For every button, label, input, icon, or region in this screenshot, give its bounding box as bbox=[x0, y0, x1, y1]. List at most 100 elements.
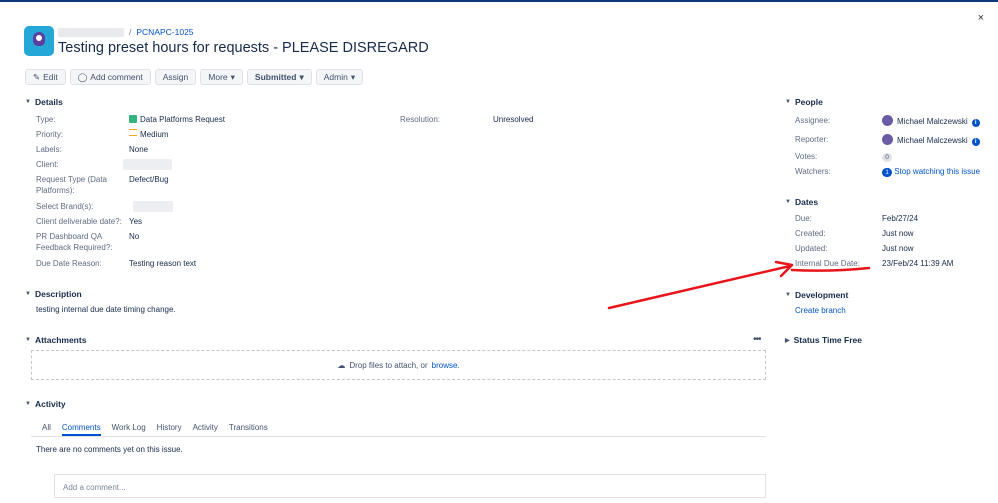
project-name-redacted[interactable] bbox=[58, 27, 124, 37]
tab-divider bbox=[31, 436, 766, 437]
watchers-value: 1 Stop watching this issue bbox=[882, 166, 980, 177]
tab-work-log[interactable]: Work Log bbox=[112, 423, 146, 436]
internal-due-date-label: Internal Due Date: bbox=[795, 259, 860, 268]
watchers-badge[interactable]: 1 bbox=[882, 168, 892, 177]
issue-title[interactable]: Testing preset hours for requests - PLEA… bbox=[58, 40, 429, 56]
development-toggle[interactable]: ▼ Development bbox=[785, 290, 848, 300]
resolution-value: Unresolved bbox=[493, 115, 534, 124]
people-heading: People bbox=[794, 97, 823, 107]
more-label: More bbox=[208, 72, 228, 82]
issue-key-link[interactable]: PCNAPC-1025 bbox=[136, 27, 193, 37]
tab-all[interactable]: All bbox=[42, 423, 51, 436]
description-text[interactable]: testing internal due date timing change. bbox=[36, 304, 176, 315]
updated-value: Just now bbox=[882, 244, 914, 253]
issue-type-icon bbox=[129, 115, 137, 123]
chevron-down-icon: ▾ bbox=[230, 71, 235, 82]
brand-label: Select Brand(s): bbox=[36, 202, 94, 211]
updated-label: Updated: bbox=[795, 244, 828, 253]
reporter-value[interactable]: Michael Malczewski i bbox=[882, 134, 980, 146]
description-toggle[interactable]: ▼ Description bbox=[25, 289, 82, 299]
edit-button[interactable]: ✎ Edit bbox=[25, 69, 66, 85]
top-border bbox=[0, 0, 998, 2]
chevron-down-icon: ▾ bbox=[299, 71, 304, 82]
internal-due-date-value: 23/Feb/24 11:39 AM bbox=[882, 259, 954, 268]
tab-history[interactable]: History bbox=[157, 423, 182, 436]
more-options-icon[interactable]: ••• bbox=[753, 334, 761, 345]
type-text: Data Platforms Request bbox=[140, 115, 225, 124]
type-label: Type: bbox=[36, 115, 56, 124]
browse-link[interactable]: browse. bbox=[432, 361, 460, 370]
pencil-icon: ✎ bbox=[33, 71, 41, 82]
edit-label: Edit bbox=[43, 72, 58, 82]
chevron-down-icon: ▼ bbox=[25, 401, 31, 407]
chevron-down-icon: ▾ bbox=[350, 71, 356, 82]
add-comment-input[interactable]: Add a comment... bbox=[54, 474, 766, 498]
votes-value[interactable]: 0 bbox=[882, 151, 892, 162]
assignee-label: Assignee: bbox=[795, 116, 831, 125]
dates-toggle[interactable]: ▼ Dates bbox=[785, 197, 818, 207]
created-value: Just now bbox=[882, 229, 914, 238]
admin-label: Admin bbox=[323, 72, 348, 82]
more-button[interactable]: More ▾ bbox=[200, 69, 243, 85]
add-comment-button[interactable]: ◯ Add comment bbox=[69, 69, 151, 85]
no-comments-text: There are no comments yet on this issue. bbox=[36, 445, 183, 454]
activity-heading: Activity bbox=[34, 399, 66, 409]
people-toggle[interactable]: ▼ People bbox=[785, 97, 823, 107]
development-heading: Development bbox=[794, 290, 849, 300]
comment-icon: ◯ bbox=[77, 71, 88, 82]
chevron-down-icon: ▼ bbox=[785, 199, 791, 205]
assignee-value[interactable]: Michael Malczewski i bbox=[882, 115, 980, 127]
add-comment-label: Add comment bbox=[90, 72, 143, 82]
tab-activity[interactable]: Activity bbox=[193, 423, 218, 436]
chevron-down-icon: ▼ bbox=[785, 99, 791, 105]
priority-label: Priority: bbox=[36, 130, 64, 139]
avatar bbox=[882, 134, 893, 145]
attachments-toggle[interactable]: ▼ Attachments bbox=[25, 335, 86, 345]
close-icon[interactable]: × bbox=[978, 12, 984, 24]
tab-transitions[interactable]: Transitions bbox=[229, 423, 268, 436]
create-branch-link[interactable]: Create branch bbox=[795, 305, 846, 316]
status-time-heading: Status Time Free bbox=[793, 335, 862, 345]
due-label: Due: bbox=[795, 214, 812, 223]
activity-toggle[interactable]: ▼ Activity bbox=[25, 399, 66, 409]
reporter-label: Reporter: bbox=[795, 135, 829, 144]
cloud-upload-icon: ☁ bbox=[337, 360, 346, 370]
assign-button[interactable]: Assign bbox=[154, 69, 197, 85]
deliverable-label: Client deliverable date?: bbox=[36, 217, 122, 226]
info-icon[interactable]: i bbox=[971, 138, 980, 146]
tab-comments[interactable]: Comments bbox=[61, 423, 101, 436]
chevron-down-icon: ▼ bbox=[25, 99, 31, 105]
project-avatar-icon[interactable] bbox=[24, 26, 54, 56]
chevron-down-icon: ▼ bbox=[785, 292, 791, 298]
status-time-toggle[interactable]: ▶ Status Time Free bbox=[785, 335, 862, 345]
reason-value: Testing reason text bbox=[129, 259, 197, 268]
dropzone-text: Drop files to attach, or bbox=[349, 360, 428, 370]
details-heading: Details bbox=[34, 97, 63, 107]
status-submitted-button[interactable]: Submitted ▾ bbox=[246, 69, 312, 85]
chevron-right-icon: ▶ bbox=[785, 337, 790, 344]
attachment-dropzone[interactable]: ☁ Drop files to attach, or browse. bbox=[31, 350, 766, 380]
info-icon[interactable]: i bbox=[971, 119, 980, 127]
created-label: Created: bbox=[795, 229, 826, 238]
attachments-heading: Attachments bbox=[34, 335, 87, 345]
labels-value: None bbox=[129, 145, 149, 154]
qa-value: No bbox=[129, 232, 140, 241]
assignee-name: Michael Malczewski bbox=[897, 117, 968, 126]
dates-heading: Dates bbox=[794, 197, 819, 207]
reporter-name: Michael Malczewski bbox=[897, 136, 968, 145]
due-value: Feb/27/24 bbox=[882, 214, 919, 223]
deliverable-value: Yes bbox=[129, 217, 143, 226]
qa-label: PR Dashboard QA Feedback Required?: bbox=[36, 232, 113, 252]
type-value: Data Platforms Request bbox=[129, 114, 225, 125]
details-toggle[interactable]: ▼ Details bbox=[25, 97, 63, 107]
resolution-label: Resolution: bbox=[400, 115, 441, 124]
votes-badge: 0 bbox=[882, 153, 892, 162]
activity-tabs: All Comments Work Log History Activity T… bbox=[42, 423, 268, 436]
stop-watching-link[interactable]: Stop watching this issue bbox=[894, 167, 980, 176]
breadcrumb-separator: / bbox=[129, 27, 132, 37]
client-value-redacted bbox=[123, 159, 172, 170]
admin-button[interactable]: Admin ▾ bbox=[315, 69, 364, 85]
priority-text: Medium bbox=[140, 130, 169, 139]
client-label: Client: bbox=[36, 160, 59, 169]
labels-label: Labels: bbox=[36, 145, 62, 154]
